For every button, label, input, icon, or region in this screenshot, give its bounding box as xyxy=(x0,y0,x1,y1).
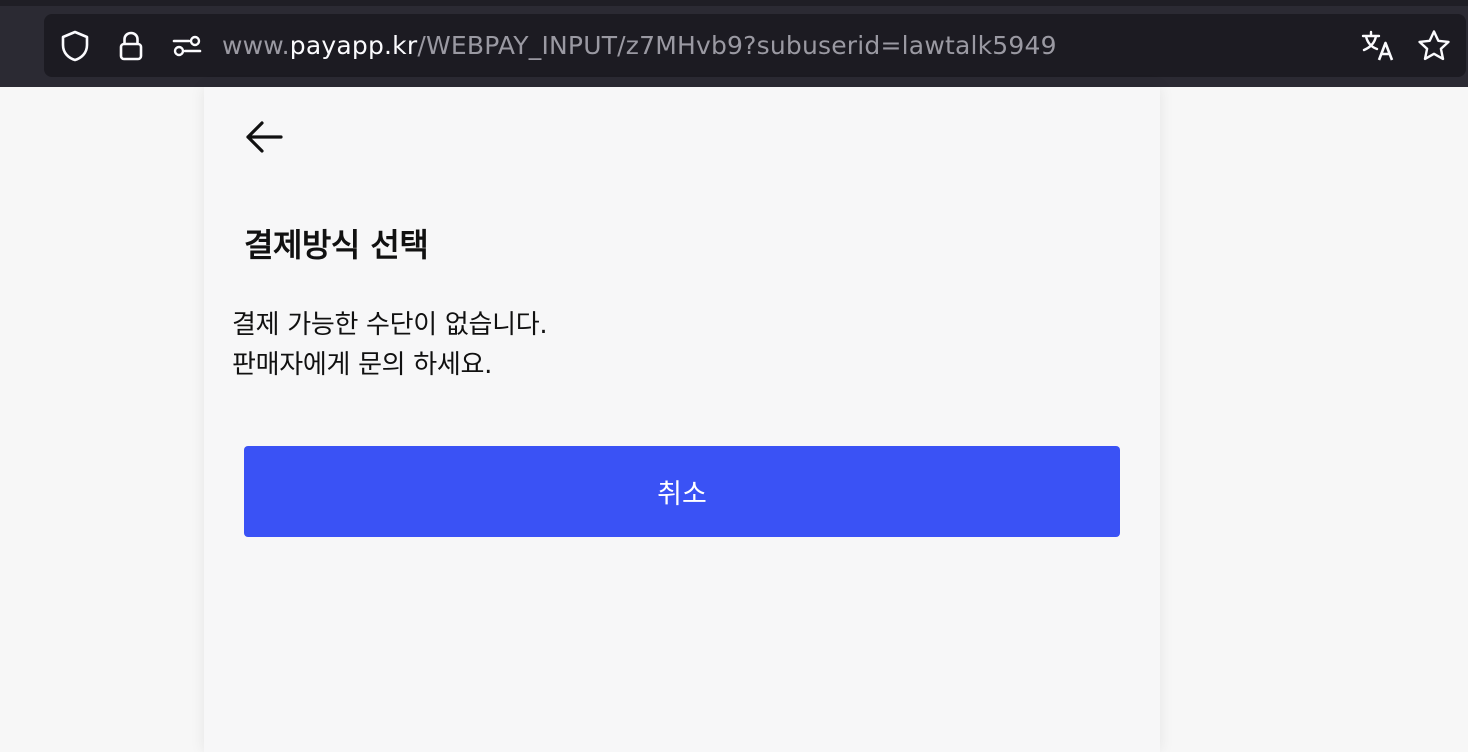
browser-toolbar: www.payapp.kr/WEBPAY_INPUT/z7MHvb9?subus… xyxy=(0,0,1468,87)
cancel-button[interactable]: 취소 xyxy=(244,446,1120,537)
no-payment-message: 결제 가능한 수단이 없습니다. 판매자에게 문의 하세요. xyxy=(232,305,548,385)
url-path: /WEBPAY_INPUT/z7MHvb9?subuserid=lawtalk5… xyxy=(417,31,1057,60)
permissions-icon[interactable] xyxy=(170,14,204,77)
shield-icon[interactable] xyxy=(58,14,92,77)
address-bar[interactable]: www.payapp.kr/WEBPAY_INPUT/z7MHvb9?subus… xyxy=(44,14,1466,77)
message-line-2: 판매자에게 문의 하세요. xyxy=(232,350,493,380)
url-text[interactable]: www.payapp.kr/WEBPAY_INPUT/z7MHvb9?subus… xyxy=(222,14,1057,77)
page-viewport: 결제방식 선택 결제 가능한 수단이 없습니다. 판매자에게 문의 하세요. 취… xyxy=(0,87,1468,752)
page-title: 결제방식 선택 xyxy=(244,226,429,264)
back-arrow-icon[interactable] xyxy=(243,119,285,159)
tab-strip-edge xyxy=(0,0,1468,6)
payment-card: 결제방식 선택 결제 가능한 수단이 없습니다. 판매자에게 문의 하세요. 취… xyxy=(204,87,1160,752)
back-button[interactable] xyxy=(240,117,288,161)
url-prefix: www. xyxy=(222,31,290,60)
url-domain: payapp.kr xyxy=(289,31,418,60)
star-icon[interactable] xyxy=(1414,14,1454,77)
lock-icon[interactable] xyxy=(114,14,148,77)
translate-icon[interactable] xyxy=(1358,14,1398,77)
message-line-1: 결제 가능한 수단이 없습니다. xyxy=(232,310,548,340)
